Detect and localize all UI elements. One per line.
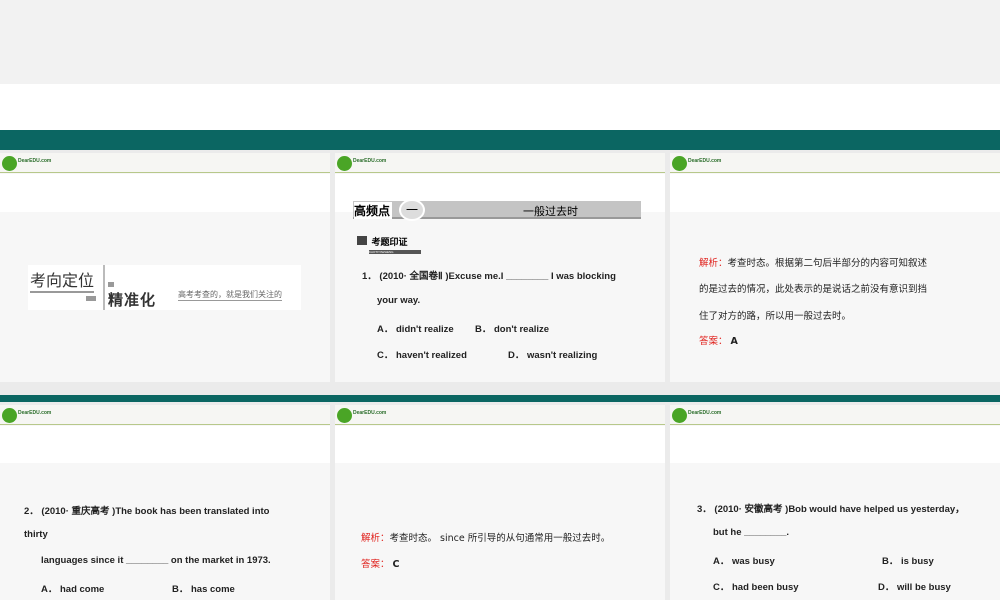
slide-thumbnail-6[interactable]: DearEDU.com 3． (2010· 安徽高考 )Bob would ha… <box>670 405 1000 600</box>
question-text: 1． (2010· 全国卷Ⅱ )Excuse me.I ________ I w… <box>362 271 616 282</box>
slide-title-area <box>335 426 665 463</box>
slide-title-area <box>670 426 1000 463</box>
question-text-cont: languages since it ________ on the marke… <box>41 555 271 566</box>
analysis-label: 解析： <box>361 533 390 544</box>
slide-title-area <box>670 174 1000 212</box>
option-a: A． had come <box>41 584 105 595</box>
teal-band <box>0 130 1000 150</box>
analysis-label: 解析： <box>699 258 728 269</box>
answer-label: 答案： <box>361 559 390 570</box>
slide-thumbnail-2[interactable]: DearEDU.com 高频点 一 一般过去时 考题印证 KAOTIYINZHE… <box>335 153 665 382</box>
option-a: A． was busy <box>713 556 775 567</box>
top-blank <box>0 84 1000 130</box>
slide-thumbnail-1[interactable]: DearEDU.com 考向定位 精准化 高考考查的，就是我们关注的 <box>0 153 330 382</box>
dearedu-logo: DearEDU.com <box>2 156 51 171</box>
dearedu-logo: DearEDU.com <box>337 156 386 171</box>
question-text-cont: but he ________. <box>713 527 790 538</box>
dearedu-logo: DearEDU.com <box>337 408 386 423</box>
option-d: D． will be busy <box>878 582 951 593</box>
option-d: D． wasn't realizing <box>508 350 598 361</box>
option-b: B． don't realize <box>475 324 550 335</box>
question-text: 2． (2010· 重庆高考 )The book has been transl… <box>24 506 270 517</box>
analysis-text: 考查时态。 since 所引导的从句通常用一般过去时。 <box>389 533 611 544</box>
analysis-text: 考查时态。根据第二句后半部分的内容可知叙述 <box>727 258 928 269</box>
option-c: C． had been busy <box>713 582 799 593</box>
slide-header: DearEDU.com <box>0 153 330 173</box>
answer-value: A <box>730 336 738 347</box>
option-b: B． has come <box>172 584 235 595</box>
slide-thumbnail-3[interactable]: DearEDU.com 解析：考查时态。根据第二句后半部分的内容可知叙述 的是过… <box>670 153 1000 382</box>
answer-label: 答案： <box>699 336 728 347</box>
teal-band <box>0 395 1000 402</box>
slide-title-area <box>0 426 330 463</box>
topic-banner: 高频点 一 一般过去时 <box>353 199 641 221</box>
analysis-text: 住了对方的路，所以用一般过去时。 <box>699 311 852 322</box>
slide-header: DearEDU.com <box>335 153 665 173</box>
slide-header: DearEDU.com <box>670 405 1000 425</box>
slide-title-area <box>0 174 330 212</box>
answer-value: C <box>392 559 400 570</box>
dearedu-logo: DearEDU.com <box>2 408 51 423</box>
slide-header: DearEDU.com <box>670 153 1000 173</box>
dearedu-logo: DearEDU.com <box>672 408 721 423</box>
section-tag: 考题印证 KAOTIYINZHENG <box>357 232 421 254</box>
option-b: B． is busy <box>882 556 934 567</box>
question-text: 3． (2010· 安徽高考 )Bob would have helped us… <box>697 504 965 515</box>
dearedu-logo: DearEDU.com <box>672 156 721 171</box>
question-text-cont: your way. <box>377 295 421 306</box>
question-text-cont: thirty <box>24 529 48 540</box>
slide-header: DearEDU.com <box>0 405 330 425</box>
grid-icon <box>357 236 367 246</box>
slide-thumbnail-4[interactable]: DearEDU.com 2． (2010· 重庆高考 )The book has… <box>0 405 330 600</box>
option-a: A． didn't realize <box>377 324 454 335</box>
top-area <box>0 0 1000 84</box>
option-c: C． haven't realized <box>377 350 467 361</box>
analysis-text: 的是过去的情况，此处表示的是说话之前没有意识到挡 <box>699 284 928 295</box>
title-banner: 考向定位 精准化 高考考查的，就是我们关注的 <box>28 265 301 310</box>
slide-thumbnail-5[interactable]: DearEDU.com 解析：考查时态。 since 所引导的从句通常用一般过去… <box>335 405 665 600</box>
slide-header: DearEDU.com <box>335 405 665 425</box>
